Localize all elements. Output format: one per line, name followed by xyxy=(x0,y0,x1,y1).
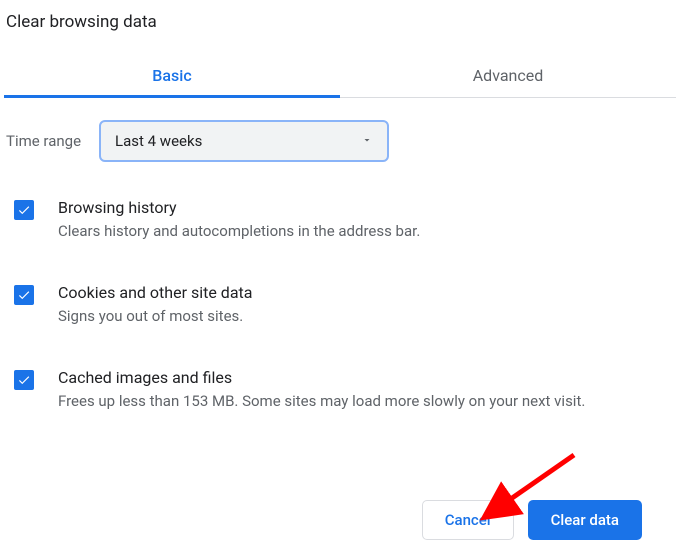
time-range-value: Last 4 weeks xyxy=(115,132,202,150)
dialog-buttons: Cancel Clear data xyxy=(422,500,642,540)
cancel-button[interactable]: Cancel xyxy=(422,500,514,540)
tab-label: Basic xyxy=(152,66,191,85)
tab-advanced[interactable]: Advanced xyxy=(340,54,676,97)
button-label: Cancel xyxy=(445,511,491,529)
time-range-row: Time range Last 4 weeks xyxy=(4,98,676,168)
checkmark-icon xyxy=(17,203,31,217)
option-text: Cookies and other site data Signs you ou… xyxy=(58,283,666,328)
checkmark-icon xyxy=(17,288,31,302)
clear-browsing-data-dialog: Clear browsing data Basic Advanced Time … xyxy=(0,0,680,412)
checkbox-cache[interactable] xyxy=(14,370,34,390)
clear-data-button[interactable]: Clear data xyxy=(528,500,642,540)
option-title: Browsing history xyxy=(58,198,666,217)
options-list: Browsing history Clears history and auto… xyxy=(4,168,676,412)
option-title: Cached images and files xyxy=(58,368,666,387)
dialog-title: Clear browsing data xyxy=(4,10,676,44)
chevron-down-icon xyxy=(361,132,373,150)
option-description: Clears history and autocompletions in th… xyxy=(58,221,666,243)
option-cache: Cached images and files Frees up less th… xyxy=(14,368,666,413)
checkbox-cookies[interactable] xyxy=(14,285,34,305)
option-text: Cached images and files Frees up less th… xyxy=(58,368,666,413)
checkmark-icon xyxy=(17,373,31,387)
time-range-select[interactable]: Last 4 weeks xyxy=(99,120,389,162)
tab-basic[interactable]: Basic xyxy=(4,54,340,97)
option-browsing-history: Browsing history Clears history and auto… xyxy=(14,198,666,243)
option-description: Frees up less than 153 MB. Some sites ma… xyxy=(58,391,666,413)
time-range-label: Time range xyxy=(6,132,81,150)
option-title: Cookies and other site data xyxy=(58,283,666,302)
option-cookies: Cookies and other site data Signs you ou… xyxy=(14,283,666,328)
tab-label: Advanced xyxy=(473,66,544,85)
checkbox-browsing-history[interactable] xyxy=(14,200,34,220)
option-description: Signs you out of most sites. xyxy=(58,306,666,328)
tab-bar: Basic Advanced xyxy=(4,54,676,98)
option-text: Browsing history Clears history and auto… xyxy=(58,198,666,243)
button-label: Clear data xyxy=(551,511,619,529)
